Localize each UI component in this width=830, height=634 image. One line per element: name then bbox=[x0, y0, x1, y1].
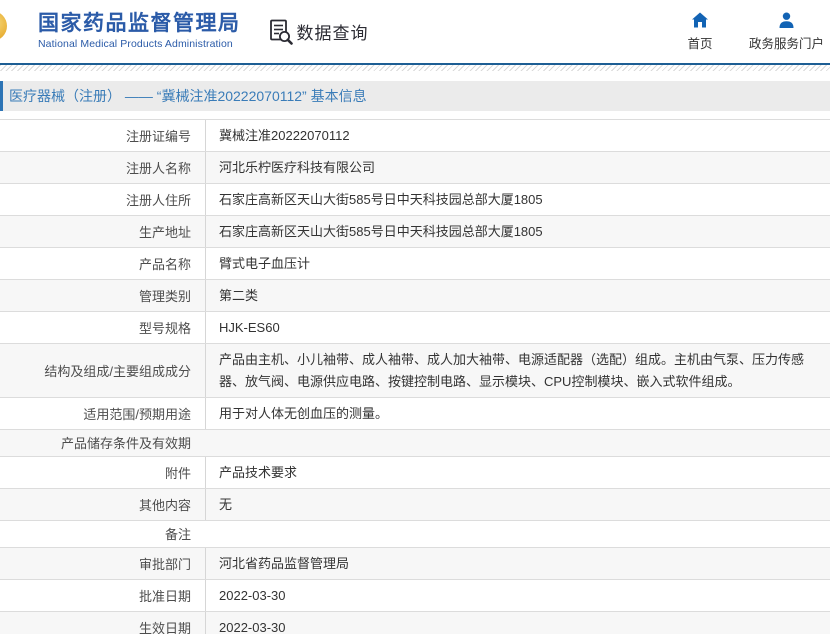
nav-home[interactable]: 首页 bbox=[677, 12, 723, 52]
nmpa-emblem-logo bbox=[0, 11, 7, 41]
top-nav: 首页 政务服务门户 bbox=[677, 12, 830, 52]
home-icon bbox=[691, 12, 709, 28]
row-value: 2022-03-30 bbox=[205, 580, 830, 611]
data-query-nav[interactable]: 数据查询 bbox=[269, 18, 369, 45]
nav-home-label: 首页 bbox=[687, 33, 712, 52]
row-value: 石家庄高新区天山大街585号日中天科技园总部大厦1805 bbox=[205, 216, 830, 247]
row-label: 产品名称 bbox=[0, 248, 205, 279]
row-value bbox=[205, 430, 830, 456]
row-value: 产品由主机、小儿袖带、成人袖带、成人加大袖带、电源适配器（选配）组成。主机由气泵… bbox=[205, 344, 830, 397]
row-label: 适用范围/预期用途 bbox=[0, 398, 205, 429]
row-value: 产品技术要求 bbox=[205, 457, 830, 488]
brand-block: 国家药品监督管理局 National Medical Products Admi… bbox=[38, 13, 241, 49]
row-label: 产品储存条件及有效期 bbox=[0, 430, 205, 456]
row-label: 管理类别 bbox=[0, 280, 205, 311]
user-icon bbox=[778, 12, 795, 28]
table-row: 批准日期2022-03-30 bbox=[0, 580, 830, 612]
breadcrumb-text: 医疗器械（注册） —— “冀械注准20222070112” 基本信息 bbox=[9, 86, 367, 106]
table-row: 适用范围/预期用途用于对人体无创血压的测量。 bbox=[0, 398, 830, 430]
row-value: 2022-03-30 bbox=[205, 612, 830, 634]
data-query-label: 数据查询 bbox=[297, 19, 369, 44]
table-row: 其他内容无 bbox=[0, 489, 830, 521]
row-value: 用于对人体无创血压的测量。 bbox=[205, 398, 830, 429]
row-value: HJK-ES60 bbox=[205, 312, 830, 343]
table-row: 备注 bbox=[0, 521, 830, 548]
row-label: 型号规格 bbox=[0, 312, 205, 343]
row-label: 备注 bbox=[0, 521, 205, 547]
registration-info-table: 注册证编号冀械注准20222070112 注册人名称河北乐柠医疗科技有限公司 注… bbox=[0, 119, 830, 634]
nav-gov-portal-label: 政务服务门户 bbox=[749, 33, 824, 52]
table-row: 注册人名称河北乐柠医疗科技有限公司 bbox=[0, 152, 830, 184]
table-row: 产品名称臂式电子血压计 bbox=[0, 248, 830, 280]
row-label: 其他内容 bbox=[0, 489, 205, 520]
row-label: 批准日期 bbox=[0, 580, 205, 611]
table-row: 审批部门河北省药品监督管理局 bbox=[0, 548, 830, 580]
table-row: 产品储存条件及有效期 bbox=[0, 430, 830, 457]
table-row: 结构及组成/主要组成成分产品由主机、小儿袖带、成人袖带、成人加大袖带、电源适配器… bbox=[0, 344, 830, 398]
row-value: 石家庄高新区天山大街585号日中天科技园总部大厦1805 bbox=[205, 184, 830, 215]
table-row: 注册证编号冀械注准20222070112 bbox=[0, 120, 830, 152]
row-value: 河北乐柠医疗科技有限公司 bbox=[205, 152, 830, 183]
site-title: 国家药品监督管理局 bbox=[38, 13, 241, 35]
document-search-icon bbox=[269, 18, 294, 45]
row-value: 河北省药品监督管理局 bbox=[205, 548, 830, 579]
site-subtitle: National Medical Products Administration bbox=[38, 39, 241, 50]
row-label: 附件 bbox=[0, 457, 205, 488]
row-label: 生效日期 bbox=[0, 612, 205, 634]
row-label: 注册人住所 bbox=[0, 184, 205, 215]
table-row: 注册人住所石家庄高新区天山大街585号日中天科技园总部大厦1805 bbox=[0, 184, 830, 216]
table-row: 型号规格HJK-ES60 bbox=[0, 312, 830, 344]
nav-gov-portal[interactable]: 政务服务门户 bbox=[749, 12, 824, 52]
row-label: 生产地址 bbox=[0, 216, 205, 247]
row-value: 第二类 bbox=[205, 280, 830, 311]
row-label: 注册人名称 bbox=[0, 152, 205, 183]
row-value: 冀械注准20222070112 bbox=[205, 120, 830, 151]
table-row: 附件产品技术要求 bbox=[0, 457, 830, 489]
row-label: 结构及组成/主要组成成分 bbox=[0, 344, 205, 397]
table-row: 生产地址石家庄高新区天山大街585号日中天科技园总部大厦1805 bbox=[0, 216, 830, 248]
table-row: 管理类别第二类 bbox=[0, 280, 830, 312]
row-label: 注册证编号 bbox=[0, 120, 205, 151]
row-value: 无 bbox=[205, 489, 830, 520]
table-row: 生效日期2022-03-30 bbox=[0, 612, 830, 634]
site-header: 国家药品监督管理局 National Medical Products Admi… bbox=[0, 0, 830, 63]
row-value: 臂式电子血压计 bbox=[205, 248, 830, 279]
row-value bbox=[205, 521, 830, 547]
row-label: 审批部门 bbox=[0, 548, 205, 579]
breadcrumb: 医疗器械（注册） —— “冀械注准20222070112” 基本信息 bbox=[0, 81, 830, 111]
